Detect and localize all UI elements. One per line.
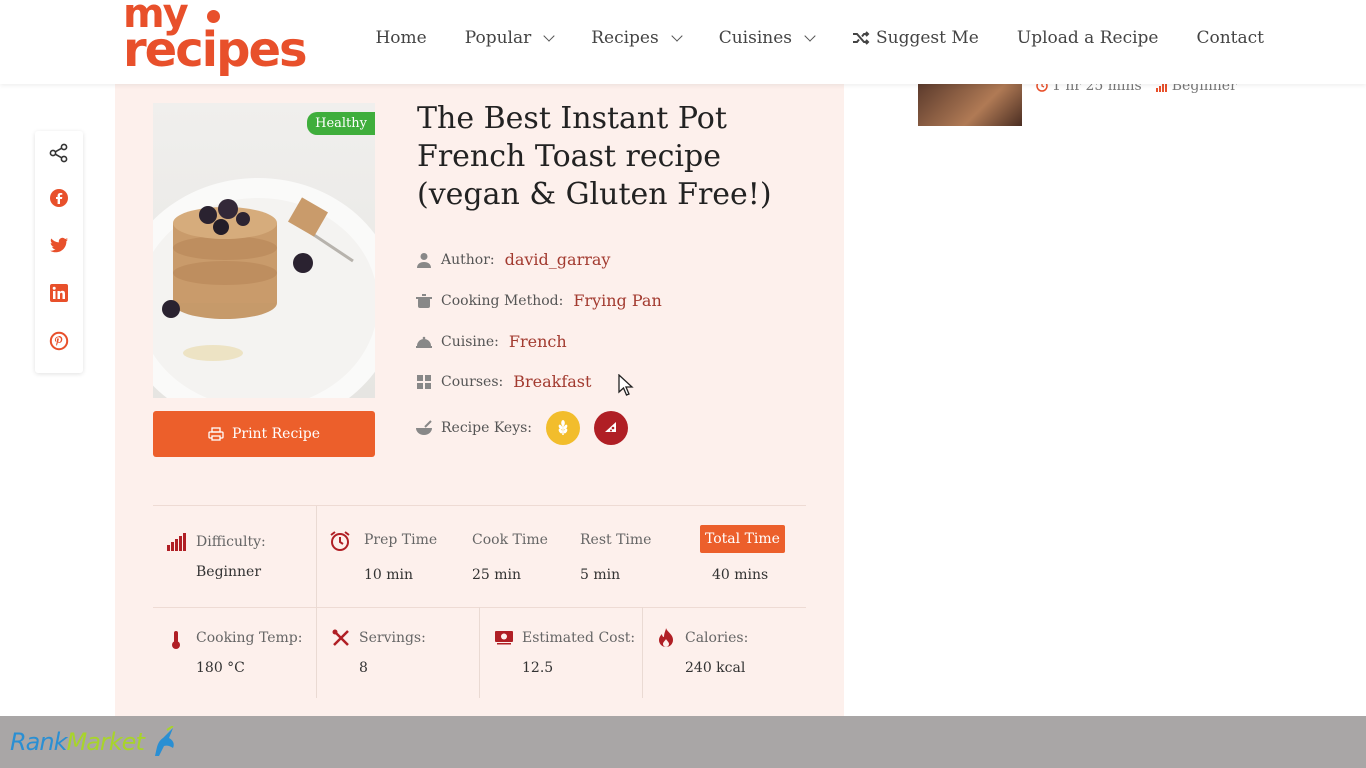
alarm-clock-icon	[330, 531, 350, 551]
courses-label: Courses:	[441, 373, 504, 390]
nav-suggest-me-label: Suggest Me	[876, 28, 979, 48]
nav-contact-label: Contact	[1196, 28, 1264, 48]
facebook-icon[interactable]	[49, 188, 69, 208]
mouse-cursor-icon	[618, 374, 634, 396]
gluten-free-key-icon[interactable]	[546, 411, 581, 445]
nav-cuisines-label: Cuisines	[718, 28, 793, 48]
difficulty-label: Difficulty:	[196, 534, 266, 550]
calories-label: Calories:	[685, 630, 749, 646]
pot-icon	[416, 293, 432, 308]
cooking-temp-label: Cooking Temp:	[196, 630, 303, 646]
nav-recipes-label: Recipes	[591, 28, 659, 48]
nav-upload-label: Upload a Recipe	[1016, 28, 1159, 48]
logo-line2: recipes	[123, 22, 308, 78]
twitter-icon[interactable]	[49, 235, 69, 255]
recipe-stats: Difficulty: Beginner Prep Time 10 min Co…	[153, 505, 806, 698]
site-header: my recipes Home Popular Recipes Cuisines…	[0, 0, 1366, 84]
pinterest-icon[interactable]	[49, 331, 69, 351]
chevron-down-icon	[804, 29, 816, 42]
grid-icon	[417, 374, 431, 389]
chevron-down-icon	[543, 29, 555, 42]
author-label: Author:	[441, 251, 495, 268]
stats-divider	[642, 607, 643, 698]
print-recipe-label: Print Recipe	[231, 426, 321, 442]
recipe-keys-row: Recipe Keys:	[415, 411, 629, 445]
recipe-card: Healthy Print Recipe The Best Instant Po…	[115, 84, 844, 716]
site-logo[interactable]: my recipes	[123, 0, 313, 78]
print-recipe-button[interactable]: Print Recipe	[153, 411, 375, 457]
money-icon	[495, 631, 513, 645]
healthy-badge: Healthy	[307, 112, 375, 135]
cuisine-label: Cuisine:	[441, 333, 499, 350]
utensils-icon	[332, 629, 349, 646]
recipe-image	[153, 178, 375, 398]
main-nav: Home Popular Recipes Cuisines Suggest Me…	[375, 28, 1264, 48]
thermometer-icon	[172, 631, 180, 649]
mortar-icon	[416, 420, 432, 435]
recipe-title: The Best Instant Pot French Toast recipe…	[417, 101, 772, 212]
cooking-temp-value: 180 °C	[196, 660, 245, 676]
cuisine-link[interactable]: French	[509, 332, 567, 351]
author-link[interactable]: david_garray	[505, 250, 611, 269]
flame-icon	[659, 628, 673, 647]
share-icon[interactable]	[49, 143, 69, 163]
prep-time-label: Prep Time	[364, 532, 438, 548]
nav-recipes[interactable]: Recipes	[591, 28, 683, 48]
nav-popular[interactable]: Popular	[464, 28, 555, 48]
estimated-cost-value: 12.5	[522, 660, 554, 676]
shuffle-icon	[853, 31, 870, 45]
linkedin-icon[interactable]	[49, 283, 69, 303]
courses-link[interactable]: Breakfast	[513, 372, 591, 391]
rest-time-label: Rest Time	[580, 532, 652, 548]
sidebar-recipe-thumbnail[interactable]	[918, 84, 1022, 126]
recipe-keys-label: Recipe Keys:	[441, 420, 533, 436]
chevron-down-icon	[671, 29, 683, 42]
cheese-key-icon[interactable]	[594, 411, 629, 445]
user-icon	[417, 252, 431, 268]
rankmarket-logo-part2: Market	[66, 728, 145, 756]
nav-home[interactable]: Home	[375, 28, 426, 48]
courses-row: Courses: Breakfast	[415, 372, 591, 391]
rest-time-value: 5 min	[580, 567, 621, 583]
author-row: Author: david_garray	[415, 250, 610, 269]
nav-suggest-me[interactable]: Suggest Me	[852, 28, 979, 48]
nav-popular-label: Popular	[464, 28, 532, 48]
servings-value: 8	[359, 660, 368, 676]
cook-time-value: 25 min	[472, 567, 522, 583]
unicorn-icon	[154, 725, 174, 756]
total-time-value: 40 mins	[712, 567, 769, 583]
nav-upload-recipe[interactable]: Upload a Recipe	[1017, 28, 1159, 48]
rankmarket-logo-part1: Rank	[10, 728, 67, 756]
difficulty-value: Beginner	[196, 564, 262, 580]
stats-divider	[316, 506, 317, 698]
cooking-method-link[interactable]: Frying Pan	[573, 291, 661, 310]
nav-contact[interactable]: Contact	[1196, 28, 1264, 48]
calories-value: 240 kcal	[685, 660, 746, 676]
cloche-icon	[416, 336, 432, 348]
prep-time-value: 10 min	[364, 567, 414, 583]
footer-bar: RankMarket	[0, 716, 1366, 768]
cook-time-label: Cook Time	[472, 532, 548, 548]
total-time-badge: Total Time	[700, 525, 785, 553]
rankmarket-logo: RankMarket	[10, 725, 179, 760]
social-share-bar	[35, 131, 83, 373]
nav-cuisines[interactable]: Cuisines	[718, 28, 816, 48]
stats-divider	[479, 607, 480, 698]
cuisine-row: Cuisine: French	[415, 332, 567, 351]
nav-home-label: Home	[375, 28, 427, 48]
estimated-cost-label: Estimated Cost:	[522, 630, 636, 646]
difficulty-icon	[167, 533, 186, 551]
printer-icon	[208, 427, 224, 441]
recipe-photo: Healthy	[153, 103, 375, 398]
servings-label: Servings:	[359, 630, 426, 646]
cooking-method-label: Cooking Method:	[441, 292, 564, 309]
cooking-method-row: Cooking Method: Frying Pan	[415, 291, 662, 310]
